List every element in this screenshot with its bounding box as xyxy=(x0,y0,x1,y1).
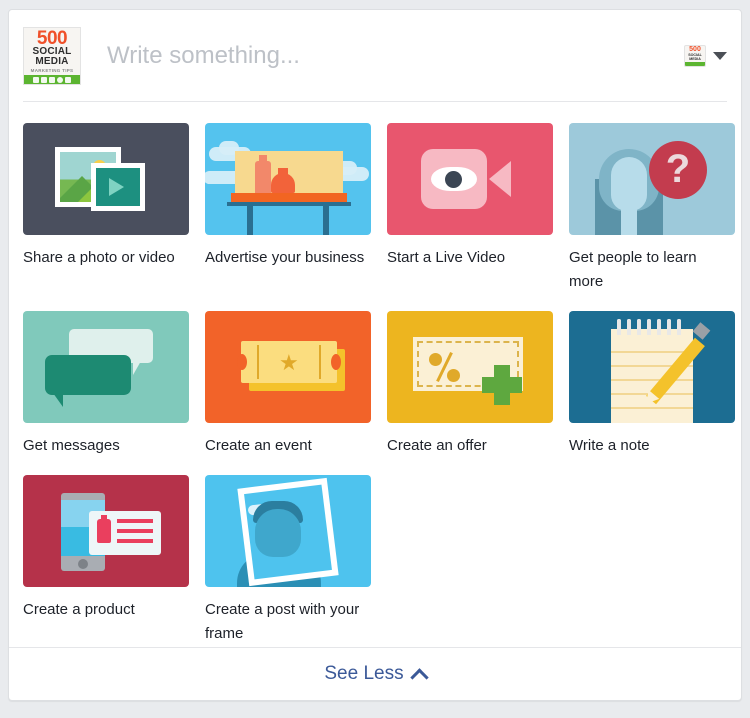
tile-label: Advertise your business xyxy=(205,246,365,270)
chevron-up-icon xyxy=(410,668,428,686)
ticket-icon: ★ xyxy=(205,311,371,423)
see-less-button[interactable]: See Less xyxy=(9,647,741,700)
status-input[interactable] xyxy=(107,42,674,70)
avatar-logo-tips: MARKETING TIPS xyxy=(31,67,74,74)
tile-get-messages[interactable]: Get messages xyxy=(23,311,189,458)
tile-create-offer[interactable]: Create an offer xyxy=(387,311,553,458)
billboard-icon xyxy=(205,123,371,235)
mini-logo-500: 500 xyxy=(689,46,701,53)
post-composer-card: 500 SOCIAL MEDIA MARKETING TIPS 500 SOCI… xyxy=(8,9,742,701)
framed-photo-icon xyxy=(205,475,371,587)
see-less-label: See Less xyxy=(324,663,403,685)
tile-advertise-business[interactable]: Advertise your business xyxy=(205,123,371,294)
camera-icon xyxy=(49,77,55,83)
notepad-pencil-icon xyxy=(569,311,735,423)
avatar[interactable]: 500 SOCIAL MEDIA MARKETING TIPS xyxy=(23,27,81,85)
tile-label: Share a photo or video xyxy=(23,246,183,270)
message-icon xyxy=(65,77,71,83)
header-divider xyxy=(23,101,727,102)
avatar-logo-500: 500 xyxy=(37,30,67,47)
tile-create-post-frame[interactable]: Create a post with your frame xyxy=(205,475,371,646)
tile-get-people-learn-more[interactable]: ? Get people to learn more xyxy=(569,123,735,294)
tile-start-live-video[interactable]: Start a Live Video xyxy=(387,123,553,294)
tile-label: Create a post with your frame xyxy=(205,598,365,646)
tile-write-note[interactable]: Write a note xyxy=(569,311,735,458)
avatar-logo-icon-bar xyxy=(24,75,80,84)
tile-label: Get messages xyxy=(23,434,183,458)
composer-header: 500 SOCIAL MEDIA MARKETING TIPS 500 SOCI… xyxy=(9,10,741,102)
tile-label: Create an offer xyxy=(387,434,547,458)
mini-logo-bar xyxy=(685,62,705,66)
tile-create-event[interactable]: ★ Create an event xyxy=(205,311,371,458)
tile-label: Create a product xyxy=(23,598,183,622)
tile-label: Get people to learn more xyxy=(569,246,729,294)
tile-label: Write a note xyxy=(569,434,729,458)
person-question-icon: ? xyxy=(569,123,735,235)
chat-icon xyxy=(41,77,47,83)
avatar-logo-media: MEDIA xyxy=(35,57,68,67)
video-camera-icon xyxy=(387,123,553,235)
page-avatar-icon: 500 SOCIAL MEDIA xyxy=(684,45,706,67)
tile-label: Create an event xyxy=(205,434,365,458)
audience-selector[interactable]: 500 SOCIAL MEDIA xyxy=(684,45,727,67)
phone-product-card-icon xyxy=(23,475,189,587)
tile-create-product[interactable]: Create a product xyxy=(23,475,189,646)
mini-logo-media: MEDIA xyxy=(689,57,701,61)
speech-bubbles-icon xyxy=(23,311,189,423)
tile-label: Start a Live Video xyxy=(387,246,547,270)
pin-icon xyxy=(57,77,63,83)
photo-video-icon xyxy=(23,123,189,235)
coupon-plus-icon xyxy=(387,311,553,423)
chevron-down-icon[interactable] xyxy=(713,52,727,60)
action-tiles-grid: Share a photo or video Advertise your bu… xyxy=(9,102,741,646)
tile-share-photo-video[interactable]: Share a photo or video xyxy=(23,123,189,294)
thumbs-up-icon xyxy=(33,77,39,83)
